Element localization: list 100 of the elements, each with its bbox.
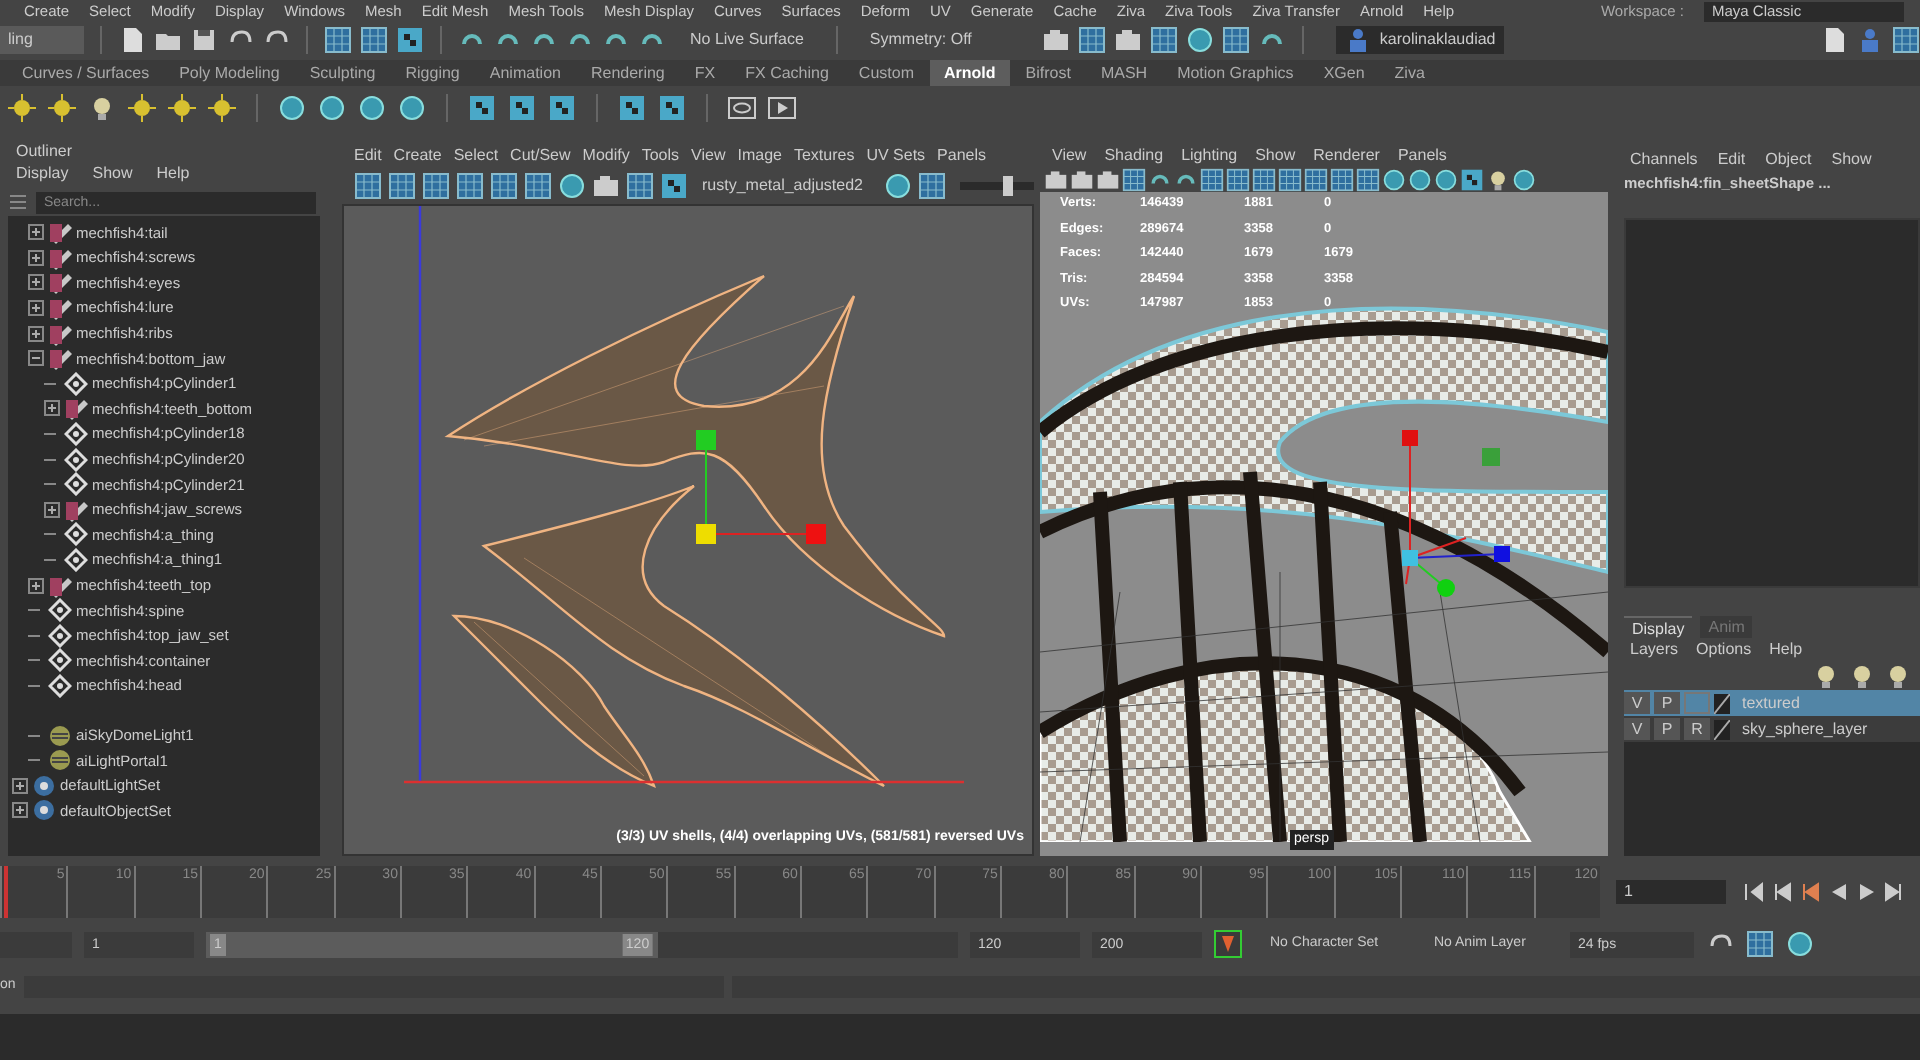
texture-dropdown[interactable]: rusty_metal_adjusted2 bbox=[694, 174, 878, 198]
shelf-tab[interactable]: XGen bbox=[1309, 60, 1379, 86]
shelf-tab[interactable]: Bifrost bbox=[1011, 60, 1085, 86]
grid-icon[interactable] bbox=[1892, 26, 1920, 54]
menu-item[interactable]: Shading bbox=[1104, 142, 1164, 168]
layer-new-icon[interactable] bbox=[1848, 662, 1876, 691]
user-dropdown[interactable]: karolinaklaudiad bbox=[1335, 26, 1504, 54]
light-bulb-icon[interactable] bbox=[1486, 168, 1510, 192]
expand-icon[interactable] bbox=[28, 274, 44, 291]
expand-icon[interactable] bbox=[28, 249, 44, 266]
shelf-tab[interactable]: Ziva bbox=[1380, 60, 1439, 86]
grid-icon[interactable] bbox=[1304, 168, 1328, 192]
eye-icon[interactable] bbox=[728, 94, 756, 122]
sphere-icon[interactable] bbox=[278, 94, 306, 122]
menu-item[interactable]: Options bbox=[1696, 638, 1752, 663]
step-back-icon[interactable] bbox=[1770, 880, 1794, 904]
grid-icon[interactable] bbox=[422, 172, 450, 200]
document-icon[interactable] bbox=[118, 26, 146, 54]
menu-item[interactable]: Show bbox=[1831, 146, 1872, 172]
checker-icon[interactable] bbox=[1460, 168, 1484, 192]
save-icon[interactable] bbox=[190, 26, 218, 54]
grid-icon[interactable] bbox=[1746, 930, 1774, 958]
menu-item[interactable]: Panels bbox=[937, 142, 987, 168]
symmetry-dropdown[interactable]: Symmetry: Off bbox=[853, 28, 1034, 52]
menu-item[interactable]: Help bbox=[1769, 638, 1803, 663]
layer-toggle[interactable]: P bbox=[1654, 718, 1680, 741]
grid-icon[interactable] bbox=[1221, 26, 1250, 54]
sun-icon[interactable] bbox=[208, 94, 236, 122]
grid-icon[interactable] bbox=[1278, 168, 1302, 192]
shelf-tab[interactable]: Rendering bbox=[576, 60, 679, 86]
play-forward-icon[interactable] bbox=[1854, 880, 1878, 904]
document-icon[interactable] bbox=[1820, 26, 1848, 54]
sphere-icon[interactable] bbox=[558, 172, 586, 200]
grid-icon[interactable] bbox=[917, 172, 946, 200]
menu-item[interactable]: Cut/Sew bbox=[510, 142, 571, 168]
menu-item[interactable]: Renderer bbox=[1313, 142, 1380, 168]
sphere-icon[interactable] bbox=[1786, 930, 1814, 958]
expand-icon[interactable] bbox=[28, 325, 44, 342]
expand-icon[interactable] bbox=[12, 777, 28, 794]
live-surface-field[interactable]: No Live Surface bbox=[674, 28, 820, 52]
sun-icon[interactable] bbox=[168, 94, 196, 122]
layer-toggle[interactable]: P bbox=[1654, 692, 1680, 715]
layer-row[interactable]: V P textured bbox=[1624, 690, 1920, 717]
auto-key-icon[interactable] bbox=[1214, 930, 1242, 958]
grid-icon[interactable] bbox=[354, 172, 382, 200]
shelf-tab[interactable]: Rigging bbox=[391, 60, 474, 86]
menu-item[interactable]: Select bbox=[453, 142, 499, 168]
sun-icon[interactable] bbox=[8, 94, 36, 122]
menu-item[interactable]: Create bbox=[393, 142, 442, 168]
grid-icon[interactable] bbox=[1330, 168, 1354, 192]
checker-icon[interactable] bbox=[658, 94, 686, 122]
menu-item[interactable]: View bbox=[691, 142, 726, 168]
step-forward-icon[interactable] bbox=[1882, 880, 1906, 904]
menu-item[interactable]: Channels bbox=[1630, 146, 1698, 172]
menu-item[interactable]: Lighting bbox=[1181, 142, 1238, 168]
expand-icon[interactable] bbox=[12, 802, 28, 819]
shelf-tab[interactable]: FX Caching bbox=[731, 60, 843, 86]
play-icon[interactable] bbox=[768, 94, 796, 122]
collapse-icon[interactable] bbox=[28, 350, 44, 367]
sphere-icon[interactable] bbox=[398, 94, 426, 122]
checker-icon[interactable] bbox=[618, 94, 646, 122]
grid-icon[interactable] bbox=[456, 172, 484, 200]
expand-icon[interactable] bbox=[44, 400, 60, 417]
menu-item[interactable]: Help bbox=[156, 162, 190, 184]
shelf-tab[interactable]: Sculpting bbox=[295, 60, 390, 86]
shelf-tab[interactable]: Poly Modeling bbox=[165, 60, 294, 86]
sun-icon[interactable] bbox=[48, 94, 76, 122]
slider-thumb[interactable] bbox=[1002, 176, 1013, 196]
expand-icon[interactable] bbox=[28, 577, 44, 594]
shelf-tab[interactable]: Arnold bbox=[929, 60, 1010, 86]
layer-toggle[interactable]: R bbox=[1684, 718, 1710, 741]
menu-item[interactable]: Textures bbox=[793, 142, 855, 168]
sphere-icon[interactable] bbox=[883, 172, 912, 200]
layer-new-icon[interactable] bbox=[1884, 662, 1912, 691]
sphere-icon[interactable] bbox=[1408, 168, 1432, 192]
menu-item[interactable]: Show bbox=[92, 162, 133, 184]
menu-item[interactable]: Modify bbox=[582, 142, 630, 168]
current-time-marker[interactable] bbox=[4, 866, 8, 918]
grid-icon[interactable] bbox=[1122, 168, 1146, 192]
shelf-tab[interactable]: Animation bbox=[475, 60, 575, 86]
grid-icon[interactable] bbox=[388, 172, 416, 200]
grid-icon[interactable] bbox=[490, 172, 518, 200]
shelf-tab[interactable]: Curves / Surfaces bbox=[8, 60, 164, 86]
sphere-icon[interactable] bbox=[358, 94, 386, 122]
sphere-icon[interactable] bbox=[318, 94, 346, 122]
light-bulb-icon[interactable] bbox=[88, 94, 116, 122]
menu-item[interactable]: Panels bbox=[1397, 142, 1447, 168]
grid-icon[interactable] bbox=[1149, 26, 1178, 54]
menu-item[interactable]: View bbox=[1052, 142, 1087, 168]
shelf-tab[interactable]: MASH bbox=[1086, 60, 1162, 86]
layer-toggle[interactable]: V bbox=[1624, 692, 1650, 715]
previous-key-icon[interactable] bbox=[1798, 880, 1822, 904]
layer-tab[interactable]: Display bbox=[1624, 616, 1693, 639]
checker-icon[interactable] bbox=[660, 172, 688, 200]
sun-icon[interactable] bbox=[128, 94, 156, 122]
mode-dropdown[interactable]: ling bbox=[0, 26, 84, 54]
layer-row[interactable]: V P R sky_sphere_layer bbox=[1624, 716, 1920, 743]
sphere-icon[interactable] bbox=[1434, 168, 1458, 192]
shelf-tab[interactable]: Motion Graphics bbox=[1163, 60, 1308, 86]
menu-item[interactable]: Display bbox=[16, 162, 69, 184]
